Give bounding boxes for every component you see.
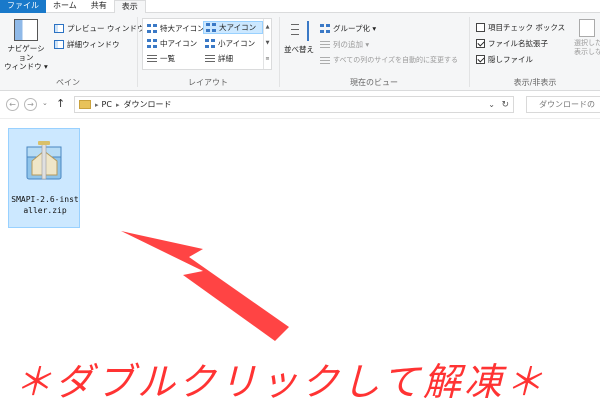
- group-label-current-view: 現在のビュー: [350, 78, 398, 87]
- large-icons-icon: [206, 23, 216, 32]
- preview-pane-button[interactable]: プレビュー ウィンドウ: [54, 22, 144, 34]
- annotation-text: ＊ダブルクリックして解凍＊: [14, 360, 546, 400]
- details-pane-label: 詳細ウィンドウ: [67, 39, 120, 49]
- group-by-icon: [320, 23, 330, 33]
- sort-by-label: 並べ替え: [284, 45, 314, 54]
- search-box[interactable]: ダウンロードの: [526, 96, 600, 113]
- file-extensions-toggle[interactable]: ファイル名拡張子: [476, 37, 548, 49]
- file-name-label: SMAPI-2.6-installer.zip: [11, 195, 79, 215]
- layout-item-label: 一覧: [160, 54, 175, 63]
- details-pane-icon: [54, 39, 64, 49]
- tab-share[interactable]: 共有: [84, 0, 114, 13]
- group-pane: ナビゲーション ウィンドウ ▾ プレビュー ウィンドウ 詳細ウィンドウ ペイン: [0, 13, 144, 91]
- details-pane-button[interactable]: 詳細ウィンドウ: [54, 38, 120, 50]
- size-all-columns-button[interactable]: すべての列のサイズを自動的に変更する: [320, 54, 458, 66]
- hidden-items-toggle[interactable]: 隠しファイル: [476, 53, 533, 65]
- item-checkboxes-toggle[interactable]: 項目チェック ボックス: [476, 21, 565, 33]
- layout-list[interactable]: 一覧: [145, 52, 177, 65]
- layout-extra-large-icons[interactable]: 特大アイコン: [145, 22, 207, 35]
- small-icons-icon: [205, 39, 215, 48]
- sort-by-button[interactable]: 並べ替え: [284, 21, 314, 55]
- zip-archive-icon: [26, 141, 62, 180]
- hide-selected-label: 選択した項 表示しな: [574, 39, 600, 56]
- size-columns-icon: [320, 55, 330, 65]
- hidden-items-checkbox[interactable]: [476, 54, 485, 64]
- add-columns-icon: [320, 39, 330, 49]
- tab-file[interactable]: ファイル: [0, 0, 46, 13]
- file-extensions-checkbox[interactable]: [476, 38, 485, 48]
- preview-pane-label: プレビュー ウィンドウ: [67, 23, 145, 33]
- address-dropdown-icon[interactable]: ⌄: [488, 100, 495, 109]
- breadcrumb-pc[interactable]: PC: [102, 100, 112, 109]
- group-label-show-hide: 表示/非表示: [513, 78, 557, 87]
- file-item-smapi-installer[interactable]: SMAPI-2.6-installer.zip: [8, 128, 80, 228]
- refresh-icon[interactable]: ↻: [501, 100, 509, 110]
- group-by-label: グループ化 ▾: [333, 23, 377, 33]
- sort-icon: [289, 21, 309, 41]
- add-columns-button[interactable]: 列の追加 ▾: [320, 38, 369, 50]
- layout-item-label: 大アイコン: [219, 23, 257, 32]
- tab-view[interactable]: 表示: [113, 0, 146, 14]
- recent-locations-dropdown[interactable]: ⌄: [42, 99, 48, 107]
- file-view: SMAPI-2.6-installer.zip ＊ダブルクリックして解凍＊: [0, 118, 600, 400]
- group-label-pane: ペイン: [56, 78, 80, 87]
- back-button[interactable]: ←: [6, 98, 19, 111]
- navigation-pane-icon: [14, 19, 38, 41]
- hide-selected-icon: [579, 19, 595, 37]
- add-columns-label: 列の追加 ▾: [333, 39, 370, 49]
- group-show-hide: 項目チェック ボックス ファイル名拡張子 隠しファイル 選択した項 表示しな 表…: [470, 13, 600, 91]
- layout-medium-icons[interactable]: 中アイコン: [145, 37, 199, 50]
- group-label-layout: レイアウト: [188, 78, 228, 87]
- layout-gallery: 特大アイコン 大アイコン 中アイコン 小アイコン 一覧 詳細 ▲ ▼ ≡: [142, 18, 272, 70]
- layout-gallery-scroll[interactable]: ▲ ▼ ≡: [263, 19, 271, 69]
- layout-item-label: 小アイコン: [218, 39, 256, 48]
- layout-large-icons[interactable]: 大アイコン: [203, 21, 263, 34]
- size-all-columns-label: すべての列のサイズを自動的に変更する: [333, 56, 459, 64]
- breadcrumb-separator: ▸: [95, 100, 99, 109]
- preview-pane-icon: [54, 23, 64, 33]
- group-by-button[interactable]: グループ化 ▾: [320, 22, 376, 34]
- address-toolbar: ← → ⌄ ↑ ▸ PC ▸ ダウンロード ⌄ ↻ ダウンロードの: [0, 92, 600, 118]
- breadcrumb-downloads[interactable]: ダウンロード: [123, 99, 171, 110]
- item-checkboxes-label: 項目チェック ボックス: [488, 22, 566, 32]
- item-checkboxes-checkbox[interactable]: [476, 22, 485, 32]
- breadcrumb-separator: ▸: [115, 100, 120, 109]
- layout-small-icons[interactable]: 小アイコン: [203, 37, 257, 50]
- list-icon: [147, 54, 157, 63]
- layout-item-label: 中アイコン: [160, 39, 198, 48]
- forward-button[interactable]: →: [24, 98, 37, 111]
- navigation-pane-label: ナビゲーション ウィンドウ ▾: [4, 44, 48, 71]
- annotation-arrow: [121, 231, 289, 341]
- address-bar[interactable]: ▸ PC ▸ ダウンロード ⌄ ↻: [74, 96, 514, 113]
- layout-item-label: 特大アイコン: [160, 24, 205, 33]
- layout-details[interactable]: 詳細: [203, 52, 235, 65]
- details-icon: [205, 54, 215, 63]
- file-extensions-label: ファイル名拡張子: [488, 38, 548, 48]
- navigation-pane-button[interactable]: ナビゲーション ウィンドウ ▾: [4, 19, 48, 71]
- group-current-view: 並べ替え グループ化 ▾ 列の追加 ▾ すべての列のサイズを自動的に変更する 現…: [280, 13, 468, 91]
- ribbon: ナビゲーション ウィンドウ ▾ プレビュー ウィンドウ 詳細ウィンドウ ペイン …: [0, 13, 600, 91]
- extra-large-icons-icon: [147, 24, 157, 33]
- layout-item-label: 詳細: [218, 54, 233, 63]
- up-button[interactable]: ↑: [56, 97, 65, 110]
- folder-icon: [79, 100, 91, 109]
- medium-icons-icon: [147, 39, 157, 48]
- tab-home[interactable]: ホーム: [46, 0, 84, 13]
- hide-selected-items-button[interactable]: 選択した項 表示しな: [574, 19, 600, 67]
- hidden-items-label: 隠しファイル: [488, 54, 533, 64]
- ribbon-tab-bar: ファイル ホーム 共有 表示: [0, 0, 600, 14]
